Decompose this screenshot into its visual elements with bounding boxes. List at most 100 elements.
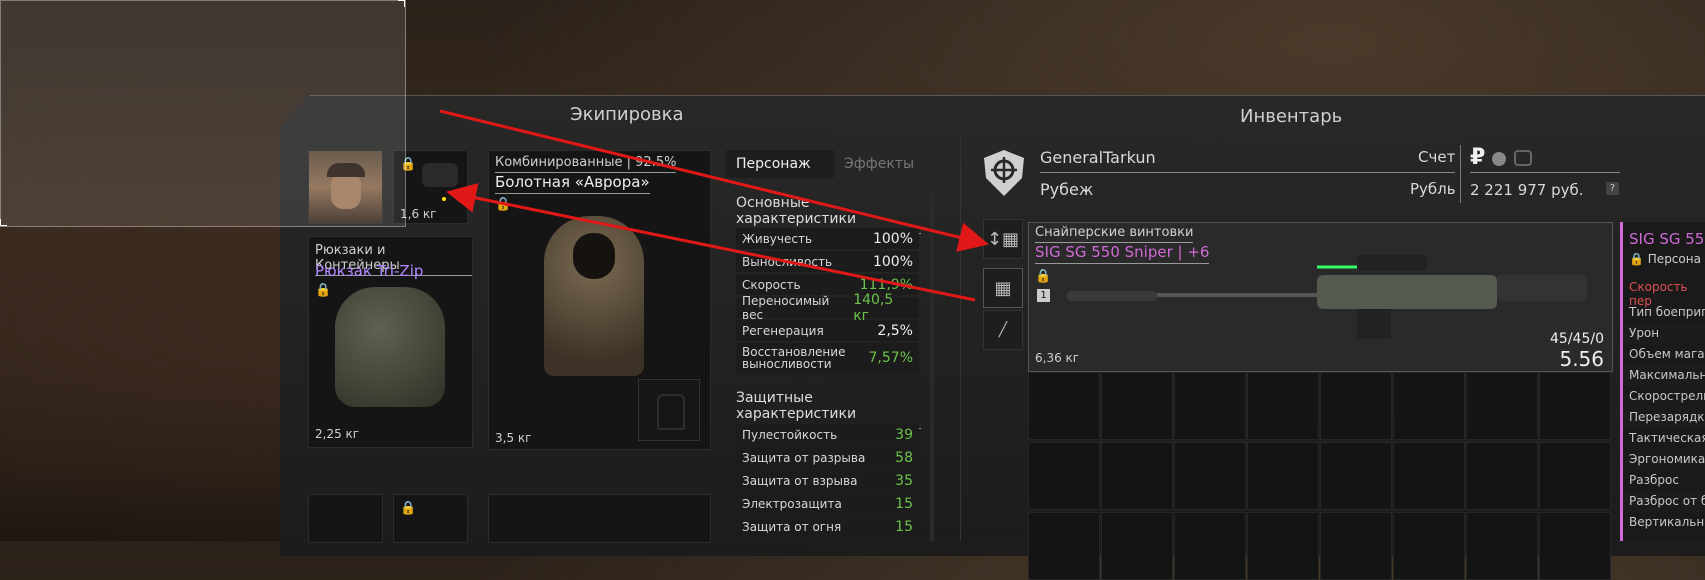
rifle-icon: ╱ bbox=[998, 322, 1008, 338]
stat-label: Защита от взрыва bbox=[742, 473, 858, 488]
weapon-card[interactable]: Снайперские винтовки SIG SG 550 Sniper |… bbox=[1028, 222, 1613, 372]
sort-icon: ↕▦ bbox=[986, 228, 1020, 250]
equipment-slot[interactable] bbox=[308, 494, 383, 543]
help-button[interactable]: ? bbox=[1606, 182, 1619, 195]
inventory-cell[interactable] bbox=[1101, 512, 1173, 580]
armor-name: Болотная «Аврора» bbox=[495, 173, 650, 194]
backpack-name: Рюкзак Tri-Zip bbox=[315, 262, 424, 280]
tab-character[interactable]: Персонаж bbox=[726, 150, 834, 178]
account-label: Счет bbox=[1418, 148, 1456, 166]
inventory-cell[interactable] bbox=[1174, 512, 1246, 580]
backpack-weight: 2,25 кг bbox=[315, 427, 360, 441]
inventory-cell[interactable] bbox=[1028, 512, 1100, 580]
stat-row: Регенерация 2,5% bbox=[736, 320, 919, 341]
divider bbox=[960, 135, 961, 541]
stat-row: Пулестойкость 39 bbox=[736, 424, 919, 445]
vertical-divider bbox=[1460, 145, 1461, 203]
equipment-slot[interactable]: 🔒 bbox=[393, 494, 468, 543]
stat-row: Восстановление выносливости 7,57% bbox=[736, 343, 919, 373]
stat-label: Скорость bbox=[742, 277, 801, 292]
grid-icon: ▦ bbox=[994, 277, 1012, 299]
header-divider bbox=[1040, 172, 1455, 173]
inventory-grid bbox=[1028, 372, 1612, 580]
tooltip-row: Разброс bbox=[1629, 473, 1679, 487]
stats-scrollbar[interactable] bbox=[930, 190, 934, 541]
backpack-slot[interactable]: Рюкзаки и Контейнеры Рюкзак Tri-Zip 🔒 2,… bbox=[308, 236, 473, 448]
tooltip-row: Тактическая bbox=[1629, 431, 1705, 445]
inventory-cell[interactable] bbox=[1101, 372, 1173, 440]
lock-icon: 🔒 bbox=[315, 283, 332, 298]
stat-row: Защита от разрыва 58 bbox=[736, 447, 919, 468]
inventory-cell[interactable] bbox=[1466, 442, 1538, 510]
inventory-cell[interactable] bbox=[1539, 442, 1611, 510]
stat-value: 100% bbox=[872, 230, 913, 247]
lock-icon: 🔒 bbox=[495, 197, 512, 212]
weapon-category: Снайперские винтовки bbox=[1035, 225, 1194, 243]
stat-row: Выносливость 100% bbox=[736, 251, 919, 272]
stat-value: 100% bbox=[872, 253, 913, 270]
armor-weight: 3,5 кг bbox=[495, 431, 532, 445]
inventory-cell[interactable] bbox=[1320, 442, 1392, 510]
inventory-cell[interactable] bbox=[1466, 512, 1538, 580]
inventory-cell[interactable] bbox=[1174, 372, 1246, 440]
stat-value: 7,57% bbox=[868, 350, 913, 366]
main-stats-list: Живучесть 100% Выносливость 100% Скорость 111… bbox=[736, 228, 919, 375]
stat-value: 58 bbox=[895, 449, 913, 466]
equipment-slot[interactable] bbox=[488, 494, 711, 543]
stat-label: Пулестойкость bbox=[742, 427, 838, 442]
stat-label: Электрозащита bbox=[742, 496, 842, 511]
stat-row: Электрозащита 15 bbox=[736, 493, 919, 514]
tooltip-row: Скорострель bbox=[1629, 389, 1705, 403]
inventory-cell[interactable] bbox=[1393, 512, 1465, 580]
inventory-cell[interactable] bbox=[1247, 372, 1319, 440]
tooltip-title: SIG SG 55 bbox=[1629, 230, 1705, 248]
weapon-caliber: 5.56 bbox=[1559, 347, 1604, 371]
lock-icon: 🔒 bbox=[400, 501, 417, 516]
selection-corner bbox=[398, 0, 405, 7]
inventory-cell[interactable] bbox=[1028, 442, 1100, 510]
tooltip-row: Перезарядка bbox=[1623, 407, 1705, 428]
inventory-cell[interactable] bbox=[1393, 372, 1465, 440]
tab-effects[interactable]: Эффекты bbox=[844, 156, 914, 172]
tooltip-row: Вертикальн bbox=[1629, 515, 1705, 529]
inventory-cell[interactable] bbox=[1320, 512, 1392, 580]
inventory-cell[interactable] bbox=[1101, 442, 1173, 510]
weapon-filter-button[interactable]: ╱ bbox=[983, 310, 1023, 350]
stat-row: Переносимый вес 140,5 кг bbox=[736, 292, 919, 324]
lock-icon: 🔒 bbox=[1035, 269, 1052, 284]
rifle-image bbox=[1067, 255, 1587, 339]
tab-character-label: Персонаж bbox=[736, 156, 811, 172]
stat-row: Защита от огня 15 bbox=[736, 516, 919, 537]
armor-plate-slot[interactable] bbox=[638, 379, 700, 441]
tooltip-row: Максимальн bbox=[1623, 365, 1705, 386]
currency-divider bbox=[1470, 172, 1620, 173]
stat-label: Регенерация bbox=[742, 323, 824, 338]
armor-category: Комбинированные | 92.5% bbox=[495, 155, 677, 173]
stat-value: 15 bbox=[895, 495, 913, 512]
currency-label: Рубль bbox=[1410, 180, 1456, 198]
stat-label: Живучесть bbox=[742, 231, 813, 246]
selection-corner bbox=[0, 219, 7, 226]
grid-view-button[interactable]: ▦ bbox=[983, 268, 1023, 308]
inventory-cell[interactable] bbox=[1393, 442, 1465, 510]
inventory-cell[interactable] bbox=[1174, 442, 1246, 510]
weapon-weight: 6,36 кг bbox=[1035, 351, 1080, 365]
stat-label: Выносливость bbox=[742, 254, 833, 269]
inventory-cell[interactable] bbox=[1539, 372, 1611, 440]
slot-number: 1 bbox=[1037, 289, 1050, 302]
inventory-title: Инвентарь bbox=[1240, 106, 1343, 127]
armor-slot[interactable]: Комбинированные | 92.5% Болотная «Аврора… bbox=[488, 150, 711, 450]
inventory-cell[interactable] bbox=[1247, 512, 1319, 580]
stat-value: 111,9% bbox=[859, 276, 913, 293]
inventory-cell[interactable] bbox=[1247, 442, 1319, 510]
inventory-cell[interactable] bbox=[1539, 512, 1611, 580]
balance: 2 221 977 руб. bbox=[1470, 181, 1584, 199]
faction-emblem-icon bbox=[980, 148, 1028, 198]
inventory-cell[interactable] bbox=[1028, 372, 1100, 440]
inventory-cell[interactable] bbox=[1320, 372, 1392, 440]
stat-row: Живучесть 100% bbox=[736, 228, 919, 249]
link-icon bbox=[1514, 150, 1532, 166]
weapon-ammo: 45/45/0 bbox=[1550, 331, 1604, 347]
inventory-cell[interactable] bbox=[1466, 372, 1538, 440]
sort-button[interactable]: ↕▦ bbox=[983, 219, 1023, 259]
